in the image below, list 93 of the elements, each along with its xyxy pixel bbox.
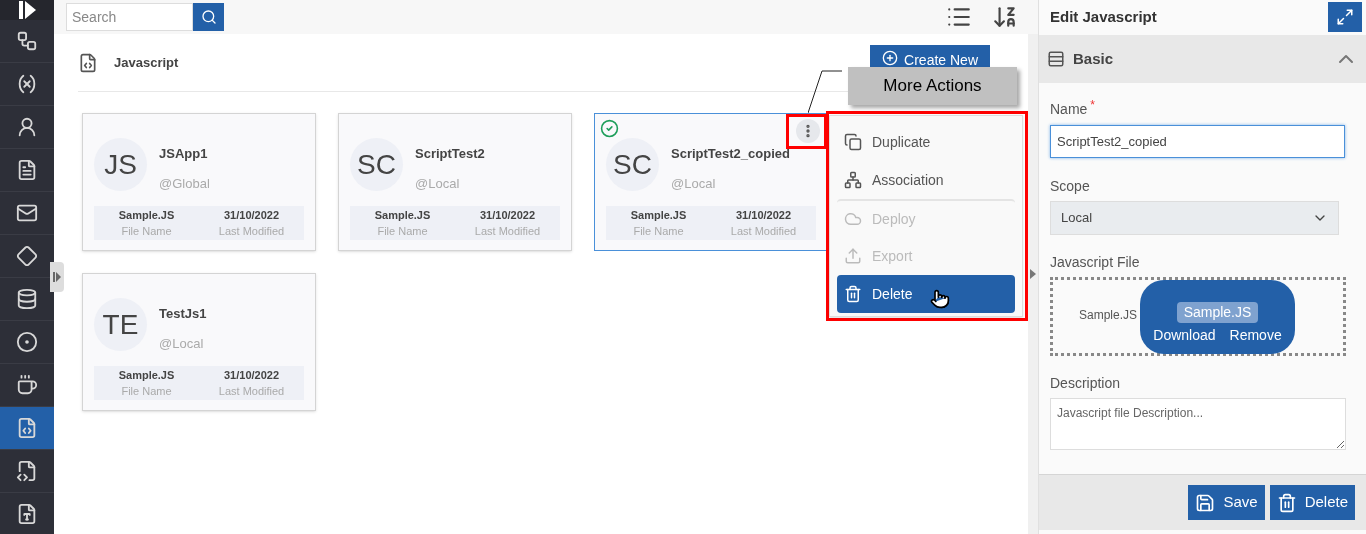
menu-item[interactable]: Delete: [837, 275, 1015, 313]
expand-button[interactable]: [1328, 2, 1362, 32]
avatar: JS: [94, 138, 147, 191]
save-button[interactable]: Save: [1188, 485, 1265, 520]
text-file-icon: [16, 503, 38, 525]
code-file-icon: [78, 51, 98, 74]
sidebar-toggle[interactable]: [50, 262, 64, 292]
code-file-icon: [16, 460, 38, 482]
field-label: Description: [1050, 374, 1122, 393]
modified-date: 31/10/2022: [223, 207, 280, 223]
search-field[interactable]: Search: [66, 3, 193, 31]
modified-date: 31/10/2022: [735, 207, 792, 223]
expand-icon: [53, 272, 61, 282]
mail-icon: [16, 202, 38, 224]
code-file-icon: [16, 417, 38, 439]
user-icon: [16, 116, 38, 138]
script-card[interactable]: SC ScriptTest2 @Local Sample.JS File Name 31/10/2022 Last Modified: [338, 113, 572, 251]
modified-label: Last Modified: [218, 384, 285, 399]
script-name: ScriptTest2_copied: [671, 145, 790, 163]
file-name: Sample.JS: [118, 207, 175, 223]
script-name: ScriptTest2: [415, 145, 485, 163]
sidebar-item[interactable]: [0, 407, 54, 450]
script-card[interactable]: SC ScriptTest2_copied @Local Sample.JS File Name 31/10/2022 Last Modified: [594, 113, 828, 251]
script-scope: @Local: [159, 334, 205, 353]
avatar: TE: [94, 298, 147, 351]
diamond-icon: [16, 245, 38, 267]
expand-icon: [1336, 8, 1354, 26]
avatar: SC: [606, 138, 659, 191]
script-scope: @Local: [415, 174, 461, 193]
script-card[interactable]: TE TestJs1 @Local Sample.JS File Name 31/10/2022 Last Modified: [82, 273, 316, 411]
script-scope: @Global: [159, 174, 210, 193]
script-card[interactable]: JS JSApp1 @Global Sample.JS File Name 31/10/2022 Last Modified: [82, 113, 316, 251]
save-icon: [1195, 492, 1216, 513]
logo-icon: [17, 0, 37, 20]
circle-icon: [16, 331, 38, 353]
coffee-cup-icon: [16, 374, 38, 396]
hand-cursor-icon: [930, 289, 951, 309]
file-name: Sample.JS: [1079, 306, 1138, 324]
field-label: Scope: [1050, 177, 1091, 196]
upload-icon: [844, 247, 862, 265]
avatar: SC: [350, 138, 403, 191]
file-name-label: File Name: [121, 384, 172, 399]
file-name-label: File Name: [377, 224, 428, 239]
name-field[interactable]: ScriptTest2_copied: [1050, 125, 1345, 158]
file-name-tag: Sample.JS: [1176, 302, 1259, 323]
more-actions-button[interactable]: [796, 119, 820, 143]
page-title: Javascript: [114, 53, 179, 72]
copy-icon: [844, 133, 862, 151]
workflow-icon: [16, 30, 38, 52]
modified-date: 31/10/2022: [223, 367, 280, 383]
file-drop-zone[interactable]: Sample.JS Sample.JS Download Remove: [1050, 277, 1346, 356]
panel-toggle[interactable]: [1028, 34, 1038, 534]
required-mark: *: [1090, 99, 1096, 111]
script-name: JSApp1: [159, 145, 209, 163]
section-header[interactable]: Basic: [1039, 35, 1366, 83]
modified-label: Last Modified: [730, 224, 797, 239]
trash-icon: [1276, 492, 1297, 513]
caret-icon: [1030, 269, 1036, 279]
modified-date: 31/10/2022: [479, 207, 536, 223]
modified-label: Last Modified: [474, 224, 541, 239]
plus-icon: [882, 50, 899, 66]
variable-icon: [16, 73, 38, 95]
script-name: TestJs1: [159, 305, 207, 323]
panel-title: Edit Javascript: [1050, 6, 1157, 27]
scope-select[interactable]: Local: [1050, 201, 1339, 235]
file-action-link[interactable]: Download: [1153, 325, 1216, 346]
check-icon: [600, 119, 619, 138]
document-icon: [16, 159, 38, 181]
cloud-icon: [844, 210, 862, 228]
hierarchy-icon: [844, 171, 862, 189]
modified-label: Last Modified: [218, 224, 285, 239]
file-name-label: File Name: [633, 224, 684, 239]
field-label: Name: [1050, 100, 1088, 119]
file-name: Sample.JS: [630, 207, 687, 223]
file-name-label: File Name: [121, 224, 172, 239]
section-title: Basic: [1073, 48, 1114, 69]
field-label: Javascript File: [1050, 253, 1141, 272]
file-name: Sample.JS: [118, 367, 175, 383]
file-action-link[interactable]: Remove: [1229, 325, 1282, 346]
delete-button[interactable]: Delete: [1269, 485, 1355, 520]
search-icon: [200, 9, 217, 25]
database-icon: [16, 288, 38, 310]
form-icon: [1047, 50, 1065, 68]
search-button[interactable]: [193, 3, 224, 31]
more-actions-tooltip: More Actions: [848, 67, 1017, 105]
script-scope: @Local: [671, 174, 717, 193]
menu-item[interactable]: Association: [837, 161, 1015, 199]
sort-icon[interactable]: [992, 4, 1018, 30]
trash-icon: [844, 285, 862, 303]
file-name: Sample.JS: [374, 207, 431, 223]
leader-line: [808, 70, 842, 114]
menu-item[interactable]: Duplicate: [837, 123, 1015, 161]
description-field[interactable]: Javascript file Description...: [1050, 398, 1346, 450]
